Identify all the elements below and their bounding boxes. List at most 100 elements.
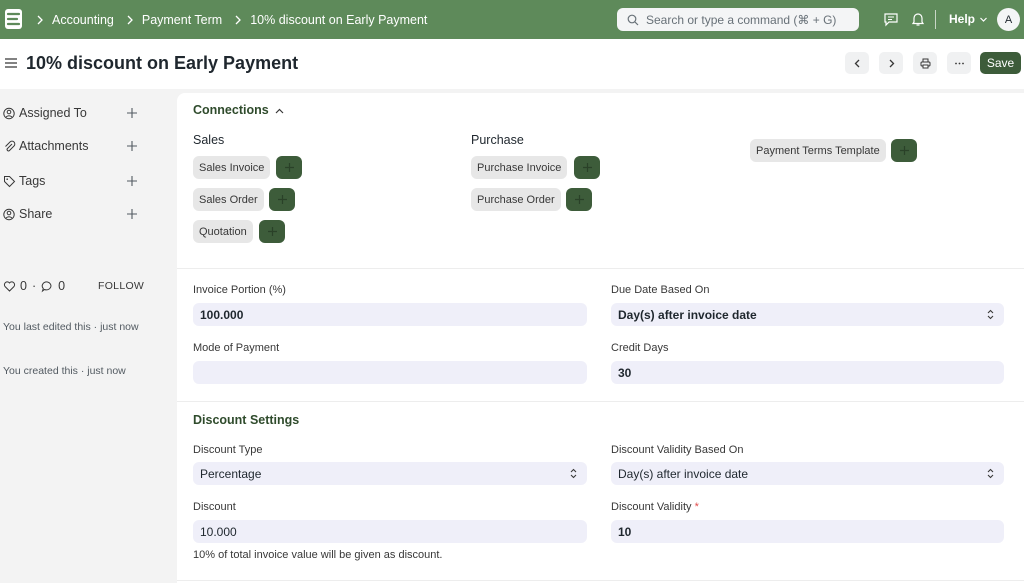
plus-icon[interactable] <box>126 208 138 220</box>
print-button[interactable] <box>913 52 937 74</box>
plus-icon[interactable] <box>126 107 138 119</box>
chevron-right-icon <box>235 15 242 24</box>
previous-button[interactable] <box>845 52 869 74</box>
discount-type-label: Discount Type <box>193 444 263 456</box>
last-edited-note: You last edited this · just now <box>3 321 139 333</box>
invoice-portion-input[interactable]: 100.000 <box>193 303 587 326</box>
search-placeholder: Search or type a command (⌘ + G) <box>646 12 837 27</box>
follow-button[interactable]: FOLLOW <box>98 280 144 292</box>
mode-of-payment-input[interactable] <box>193 361 587 384</box>
credit-days-input[interactable]: 30 <box>611 361 1004 384</box>
chat-icon[interactable] <box>883 11 899 27</box>
required-indicator: * <box>694 501 699 513</box>
plus-icon[interactable] <box>126 140 138 152</box>
printer-icon <box>920 58 930 68</box>
paperclip-icon <box>5 140 16 151</box>
discount-type-select[interactable]: Percentage <box>193 462 587 485</box>
created-note: You created this · just now <box>3 365 126 377</box>
comment-icon[interactable] <box>41 280 54 293</box>
form-card: Connections Sales Purchase Sales Invoice… <box>177 93 1024 583</box>
sidebar-tags-label: Tags <box>19 174 46 188</box>
discount-help-text: 10% of total invoice value will be given… <box>193 549 443 561</box>
discount-settings-title[interactable]: Discount Settings <box>193 413 299 427</box>
discount-validity-based-on-label: Discount Validity Based On <box>611 444 744 456</box>
sidebar-assigned-to[interactable]: Assigned To <box>3 105 138 121</box>
add-sales-invoice-button[interactable] <box>276 156 302 179</box>
navbar: Accounting Payment Term 10% discount on … <box>0 0 1024 39</box>
menu-icon[interactable] <box>5 57 17 69</box>
discount-validity-input[interactable]: 10 <box>611 520 1004 543</box>
separator-dot: · <box>31 279 37 293</box>
navbar-divider <box>935 10 936 29</box>
section-divider <box>177 268 1024 269</box>
plus-icon <box>582 163 592 172</box>
discount-validity-based-on-select[interactable]: Day(s) after invoice date <box>611 462 1004 485</box>
select-arrows-icon <box>987 309 994 320</box>
chevron-left-icon <box>854 59 859 67</box>
discount-validity-based-on-value: Day(s) after invoice date <box>618 466 749 481</box>
sidebar-tags[interactable]: Tags <box>3 173 138 189</box>
select-arrows-icon <box>987 468 994 479</box>
chevron-right-icon <box>37 15 43 24</box>
likes-count: 0 <box>20 279 27 293</box>
chevron-down-icon <box>980 17 987 22</box>
breadcrumb-payment-term[interactable]: Payment Term <box>142 13 222 27</box>
plus-icon[interactable] <box>126 175 138 187</box>
add-payment-terms-template-button[interactable] <box>891 139 917 162</box>
add-sales-order-button[interactable] <box>269 188 295 211</box>
link-payment-terms-template[interactable]: Payment Terms Template <box>750 139 886 162</box>
chevron-up-icon[interactable] <box>274 106 285 117</box>
discount-validity-label-row: Discount Validity * <box>611 501 699 513</box>
plus-icon <box>899 146 909 155</box>
mode-of-payment-label: Mode of Payment <box>193 342 280 354</box>
user-plus-icon <box>3 107 15 119</box>
link-purchase-invoice[interactable]: Purchase Invoice <box>471 156 568 179</box>
avatar[interactable]: A <box>997 8 1020 31</box>
section-divider <box>177 580 1024 581</box>
sidebar-share[interactable]: Share <box>3 206 138 222</box>
link-quotation[interactable]: Quotation <box>193 220 253 243</box>
app-logo-icon[interactable] <box>5 9 22 29</box>
breadcrumb-current[interactable]: 10% discount on Early Payment <box>250 13 427 27</box>
add-quotation-button[interactable] <box>259 220 285 243</box>
search-input[interactable]: Search or type a command (⌘ + G) <box>617 8 859 31</box>
tag-icon <box>4 175 16 187</box>
add-purchase-invoice-button[interactable] <box>574 156 600 179</box>
discount-input[interactable]: 10.000 <box>193 520 587 543</box>
chevron-right-icon <box>889 59 894 67</box>
heart-icon[interactable] <box>3 280 16 293</box>
page-head: 10% discount on Early Payment Save <box>0 39 1024 89</box>
link-purchase-order[interactable]: Purchase Order <box>471 188 561 211</box>
due-date-based-on-select[interactable]: Day(s) after invoice date <box>611 303 1004 326</box>
sidebar-assigned-to-label: Assigned To <box>19 106 87 120</box>
likes-comments: 0 · 0 <box>3 279 65 293</box>
user-share-icon <box>3 208 15 220</box>
invoice-portion-label: Invoice Portion (%) <box>193 284 286 296</box>
bell-icon[interactable] <box>910 11 926 27</box>
help-dropdown[interactable]: Help <box>949 12 988 26</box>
due-date-based-on-value: Day(s) after invoice date <box>618 307 757 322</box>
sidebar-attachments-label: Attachments <box>19 139 89 153</box>
link-sales-invoice[interactable]: Sales Invoice <box>193 156 271 179</box>
plus-icon <box>277 195 287 204</box>
sidebar-share-label: Share <box>19 207 53 221</box>
connections-title[interactable]: Connections <box>193 103 269 117</box>
credit-days-label: Credit Days <box>611 342 669 354</box>
breadcrumb-accounting[interactable]: Accounting <box>52 13 114 27</box>
due-date-based-on-label: Due Date Based On <box>611 284 710 296</box>
discount-type-value: Percentage <box>200 466 262 481</box>
add-purchase-order-button[interactable] <box>566 188 592 211</box>
plus-icon <box>574 195 584 204</box>
search-icon <box>627 14 639 25</box>
comments-count: 0 <box>58 279 66 293</box>
next-button[interactable] <box>879 52 903 74</box>
chevron-right-icon <box>127 15 133 24</box>
save-button[interactable]: Save <box>980 52 1021 74</box>
sidebar-attachments[interactable]: Attachments <box>3 138 138 154</box>
select-arrows-icon <box>570 468 577 479</box>
more-horizontal-icon <box>954 62 964 64</box>
link-sales-order[interactable]: Sales Order <box>193 188 264 211</box>
more-options-button[interactable] <box>947 52 971 74</box>
breadcrumb: Accounting Payment Term 10% discount on … <box>34 0 437 39</box>
sidebar: Assigned To Attachments Tags Share 0 · 0… <box>0 89 163 583</box>
